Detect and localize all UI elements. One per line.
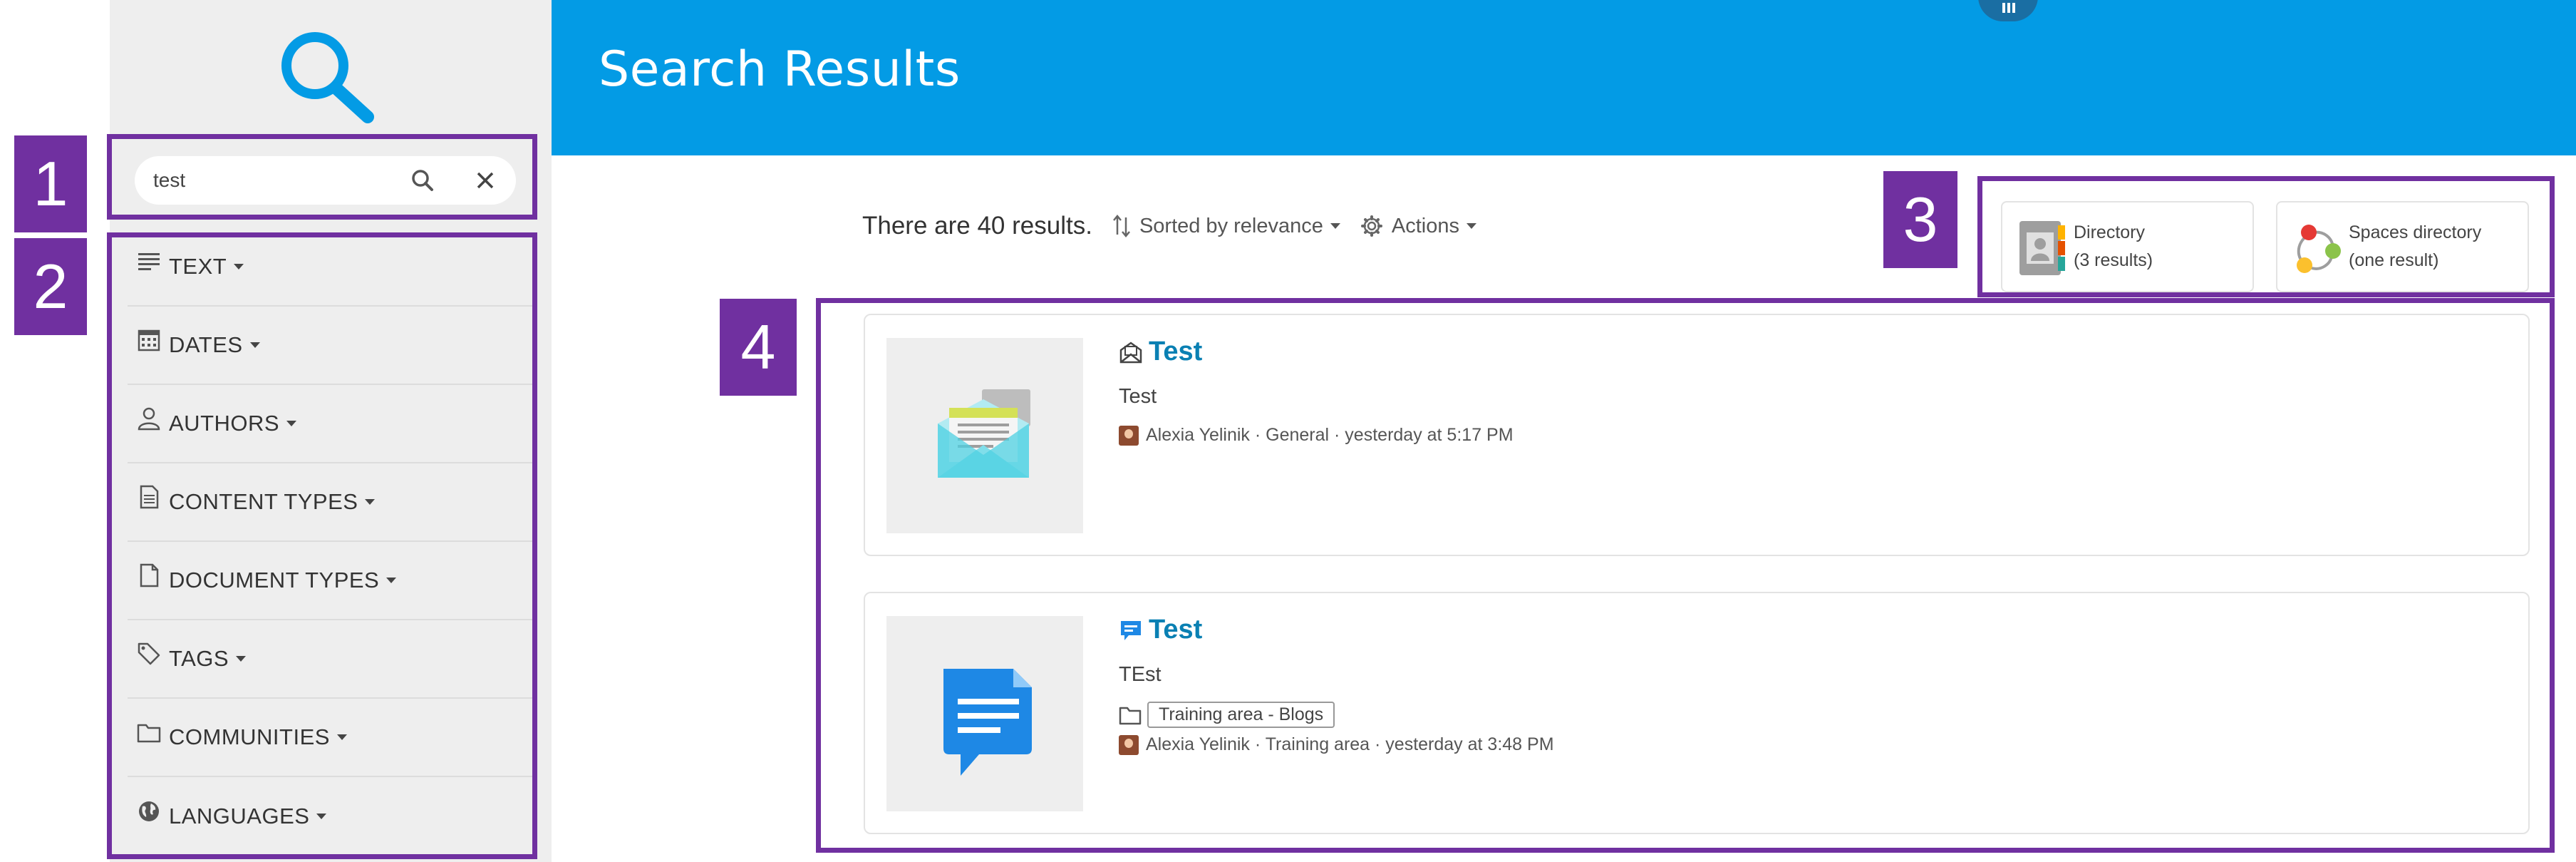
sort-icon (1112, 215, 1130, 237)
caret-down-icon (1330, 223, 1340, 229)
annotation-box-4 (816, 298, 2555, 853)
annotation-number-1: 1 (14, 135, 87, 232)
handle-grip-icon (2002, 3, 2005, 13)
sort-label: Sorted by relevance (1139, 214, 1323, 237)
annotation-number-3: 3 (1883, 171, 1957, 268)
annotation-box-2 (107, 232, 537, 859)
gear-icon (1360, 215, 1382, 237)
search-logo-icon (281, 32, 374, 123)
results-count: There are 40 results. (862, 212, 1092, 240)
results-toolbar: There are 40 results. Sorted by relevanc… (862, 208, 1476, 244)
page-header: Search Results (552, 0, 2576, 155)
annotation-box-1 (107, 134, 537, 220)
annotation-number-4: 4 (720, 299, 797, 396)
page-title: Search Results (599, 41, 961, 98)
drawer-handle[interactable] (1978, 0, 2038, 21)
annotation-box-3 (1977, 176, 2555, 297)
page: TEXT DATES AUTHORS (0, 0, 2576, 862)
actions-label: Actions (1391, 214, 1459, 237)
actions-dropdown[interactable]: Actions (1360, 215, 1476, 238)
sort-dropdown[interactable]: Sorted by relevance (1112, 215, 1340, 238)
annotation-number-2: 2 (14, 238, 87, 335)
caret-down-icon (1466, 223, 1476, 229)
